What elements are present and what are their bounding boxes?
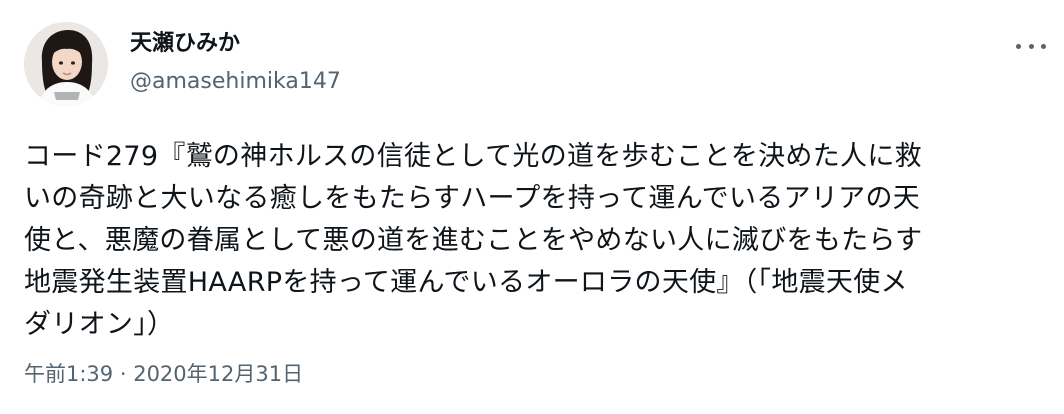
timestamp-separator: · bbox=[113, 362, 134, 386]
tweet-time[interactable]: 午前1:39 bbox=[24, 362, 113, 386]
tweet-date[interactable]: 2020年12月31日 bbox=[133, 362, 303, 386]
tweet-text-line: 地震発生装置HAARPを持って運んでいるオーロラの天使』（「地震天使メ bbox=[24, 267, 908, 298]
more-horizontal-icon bbox=[1041, 43, 1046, 49]
display-name[interactable]: 天瀬ひみか bbox=[130, 30, 341, 58]
more-horizontal-icon bbox=[1016, 43, 1021, 49]
tweet-text-line: いの奇跡と大いなる癒しをもたらすハープを持って運んでいるアリアの天 bbox=[24, 183, 921, 214]
tweet-timestamp[interactable]: 午前1:39 · 2020年12月31日 bbox=[24, 360, 303, 388]
profile-photo bbox=[24, 22, 108, 106]
tweet-text-line: 使と、悪魔の眷属として悪の道を進むことをやめない人に滅びをもたらす bbox=[24, 225, 923, 256]
more-options-button[interactable] bbox=[1016, 36, 1046, 56]
tweet-text: コード279『鷲の神ホルスの信徒として光の道を歩むことを決めた人に救 いの奇跡と… bbox=[24, 136, 1044, 346]
tweet-text-line: コード279『鷲の神ホルスの信徒として光の道を歩むことを決めた人に救 bbox=[24, 141, 922, 172]
author-info: 天瀬ひみか @amasehimika147 bbox=[130, 30, 341, 96]
tweet-text-line: ダリオン」） bbox=[24, 309, 175, 340]
avatar[interactable] bbox=[24, 22, 108, 106]
more-horizontal-icon bbox=[1028, 43, 1034, 49]
user-handle[interactable]: @amasehimika147 bbox=[130, 68, 341, 96]
tweet-card: 天瀬ひみか @amasehimika147 コード279『鷲の神ホルスの信徒とし… bbox=[0, 0, 1064, 414]
